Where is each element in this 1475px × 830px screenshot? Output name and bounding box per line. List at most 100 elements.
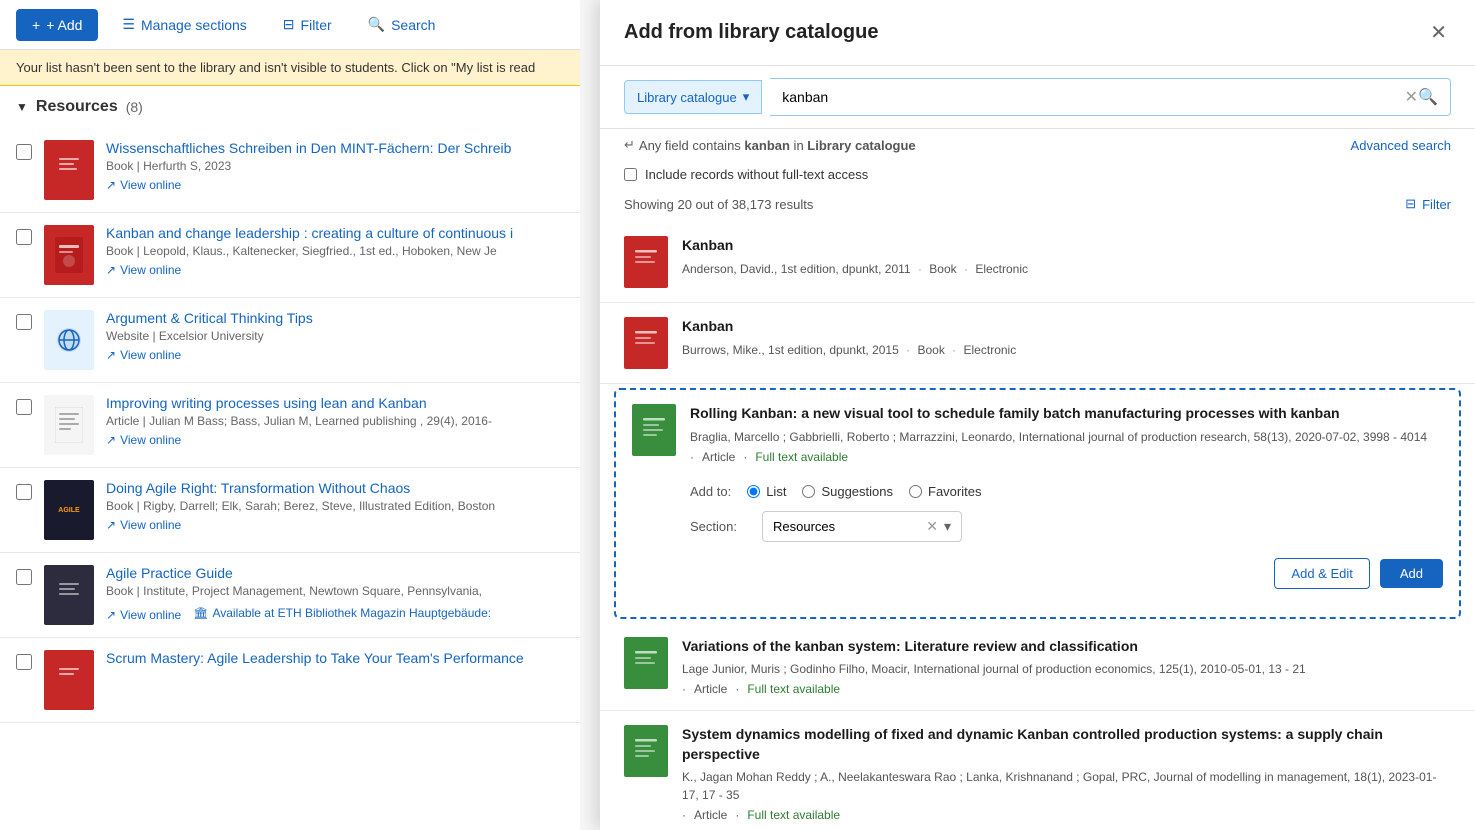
- item-checkbox-1[interactable]: [16, 144, 32, 160]
- item-thumbnail-6: [44, 565, 94, 625]
- filter-icon: ⊟: [283, 16, 295, 33]
- filter-label: Filter: [301, 17, 332, 33]
- search-input[interactable]: [782, 89, 1404, 105]
- close-button[interactable]: ✕: [1426, 16, 1451, 49]
- result-type-dot-5: ·: [682, 808, 686, 822]
- include-checkbox[interactable]: [624, 168, 637, 181]
- view-online-link-4[interactable]: ↗ View online: [106, 433, 181, 447]
- item-title-7[interactable]: Scrum Mastery: Agile Leadership to Take …: [106, 650, 564, 666]
- result-info-1: Kanban Anderson, David., 1st edition, dp…: [682, 236, 1451, 278]
- search-input-wrap: ✕ 🔍: [770, 78, 1451, 116]
- list-item: Improving writing processes using lean a…: [0, 383, 580, 468]
- filter-source: Library catalogue: [807, 138, 915, 153]
- actions-row: Add & Edit Add: [690, 552, 1443, 603]
- list-item: Kanban and change leadership : creating …: [0, 213, 580, 298]
- section-clear-button[interactable]: ✕: [926, 518, 938, 535]
- item-title-6[interactable]: Agile Practice Guide: [106, 565, 564, 581]
- radio-suggestions-input[interactable]: [802, 485, 815, 498]
- view-online-link-6[interactable]: ↗ View online: [106, 608, 181, 622]
- radio-list[interactable]: List: [747, 484, 786, 499]
- result-thumbnail-3: [632, 404, 676, 456]
- item-checkbox-2[interactable]: [16, 229, 32, 245]
- view-online-link-2[interactable]: ↗ View online: [106, 263, 181, 277]
- result-title-2[interactable]: Kanban: [682, 317, 1451, 337]
- filter-results-button[interactable]: ⊟ Filter: [1405, 196, 1451, 212]
- item-thumbnail-2: [44, 225, 94, 285]
- item-info-7: Scrum Mastery: Agile Leadership to Take …: [106, 650, 564, 669]
- list-item: Argument & Critical Thinking Tips Websit…: [0, 298, 580, 383]
- radio-list-input[interactable]: [747, 485, 760, 498]
- catalogue-result-item: Variations of the kanban system: Literat…: [600, 623, 1475, 712]
- link-icon-6a: ↗: [106, 608, 116, 622]
- section-chevron-icon[interactable]: ▾: [944, 518, 951, 535]
- item-thumbnail-3: [44, 310, 94, 370]
- result-type-4: Article: [694, 682, 727, 696]
- link-icon-1: ↗: [106, 178, 116, 192]
- view-online-link-5[interactable]: ↗ View online: [106, 518, 181, 532]
- result-title-3[interactable]: Rolling Kanban: a new visual tool to sch…: [690, 404, 1443, 424]
- resources-header: ▼ Resources (8): [0, 86, 580, 128]
- full-text-badge-3: Full text available: [755, 450, 848, 464]
- catalogue-dropdown[interactable]: Library catalogue ▾: [624, 80, 762, 114]
- notification-bar: Your list hasn't been sent to the librar…: [0, 50, 580, 86]
- search-clear-button[interactable]: ✕: [1405, 87, 1418, 107]
- link-icon-2: ↗: [106, 263, 116, 277]
- radio-suggestions[interactable]: Suggestions: [802, 484, 893, 499]
- radio-favorites-input[interactable]: [909, 485, 922, 498]
- collapse-icon[interactable]: ▼: [16, 100, 28, 114]
- article-thumb: [44, 395, 94, 455]
- catalogue-label: Library catalogue: [637, 90, 737, 105]
- item-checkbox-5[interactable]: [16, 484, 32, 500]
- advanced-search-link[interactable]: Advanced search: [1351, 138, 1451, 153]
- full-text-badge-5: Full text available: [747, 808, 840, 822]
- item-title-4[interactable]: Improving writing processes using lean a…: [106, 395, 564, 411]
- result-thumbnail-2: [624, 317, 668, 369]
- result-meta-5: K., Jagan Mohan Reddy ; A., Neelakantesw…: [682, 768, 1451, 804]
- search-submit-button[interactable]: 🔍: [1418, 87, 1438, 107]
- radio-group: List Suggestions Favorites: [747, 484, 981, 499]
- manage-sections-button[interactable]: ☰ Manage sections: [110, 8, 258, 41]
- result-info-2: Kanban Burrows, Mike., 1st edition, dpun…: [682, 317, 1451, 359]
- search-bar: Library catalogue ▾ ✕ 🔍: [600, 66, 1475, 129]
- right-panel: Add from library catalogue ✕ Library cat…: [600, 0, 1475, 830]
- search-button[interactable]: 🔍 Search: [356, 8, 448, 41]
- item-info-2: Kanban and change leadership : creating …: [106, 225, 564, 277]
- section-select-value: Resources: [773, 519, 920, 534]
- result-title-1[interactable]: Kanban: [682, 236, 1451, 256]
- result-tags-4: · Article · Full text available: [682, 682, 1451, 696]
- view-online-link-3[interactable]: ↗ View online: [106, 348, 181, 362]
- result-meta-3: Braglia, Marcello ; Gabbrielli, Roberto …: [690, 428, 1443, 446]
- view-online-link-1[interactable]: ↗ View online: [106, 178, 181, 192]
- result-format-dot-5: ·: [735, 808, 739, 822]
- item-checkbox-3[interactable]: [16, 314, 32, 330]
- section-select[interactable]: Resources ✕ ▾: [762, 511, 962, 542]
- result-title-4[interactable]: Variations of the kanban system: Literat…: [682, 637, 1451, 657]
- item-title-2[interactable]: Kanban and change leadership : creating …: [106, 225, 564, 241]
- result-format-dot-4: ·: [735, 682, 739, 696]
- item-checkbox-4[interactable]: [16, 399, 32, 415]
- list-item: Wissenschaftliches Schreiben in Den MINT…: [0, 128, 580, 213]
- full-text-badge-4: Full text available: [747, 682, 840, 696]
- book-thumb: [44, 140, 94, 200]
- library-icon-6: 🏛: [193, 606, 208, 620]
- add-to-list-button[interactable]: Add: [1380, 559, 1443, 588]
- add-button[interactable]: + + Add: [16, 9, 98, 41]
- item-title-3[interactable]: Argument & Critical Thinking Tips: [106, 310, 564, 326]
- item-meta-3: Website | Excelsior University: [106, 329, 564, 343]
- result-meta-4: Lage Junior, Muris ; Godinho Filho, Moac…: [682, 660, 1451, 678]
- include-label: Include records without full-text access: [645, 167, 868, 182]
- item-checkbox-7[interactable]: [16, 654, 32, 670]
- result-title-5[interactable]: System dynamics modelling of fixed and d…: [682, 725, 1451, 764]
- library-link-6[interactable]: 🏛 Available at ETH Bibliothek Magazin Ha…: [193, 603, 491, 622]
- result-info-3: Rolling Kanban: a new visual tool to sch…: [690, 404, 1443, 603]
- filter-button[interactable]: ⊟ Filter: [271, 8, 344, 41]
- add-edit-button[interactable]: Add & Edit: [1274, 558, 1369, 589]
- item-checkbox-6[interactable]: [16, 569, 32, 585]
- radio-favorites[interactable]: Favorites: [909, 484, 981, 499]
- item-title-1[interactable]: Wissenschaftliches Schreiben in Den MINT…: [106, 140, 564, 156]
- results-count-bar: Showing 20 out of 38,173 results ⊟ Filte…: [600, 192, 1475, 222]
- item-title-5[interactable]: Doing Agile Right: Transformation Withou…: [106, 480, 564, 496]
- result-tags-5: · Article · Full text available: [682, 808, 1451, 822]
- catalogue-result-item: Kanban Burrows, Mike., 1st edition, dpun…: [600, 303, 1475, 384]
- item-meta-2: Book | Leopold, Klaus., Kaltenecker, Sie…: [106, 244, 564, 258]
